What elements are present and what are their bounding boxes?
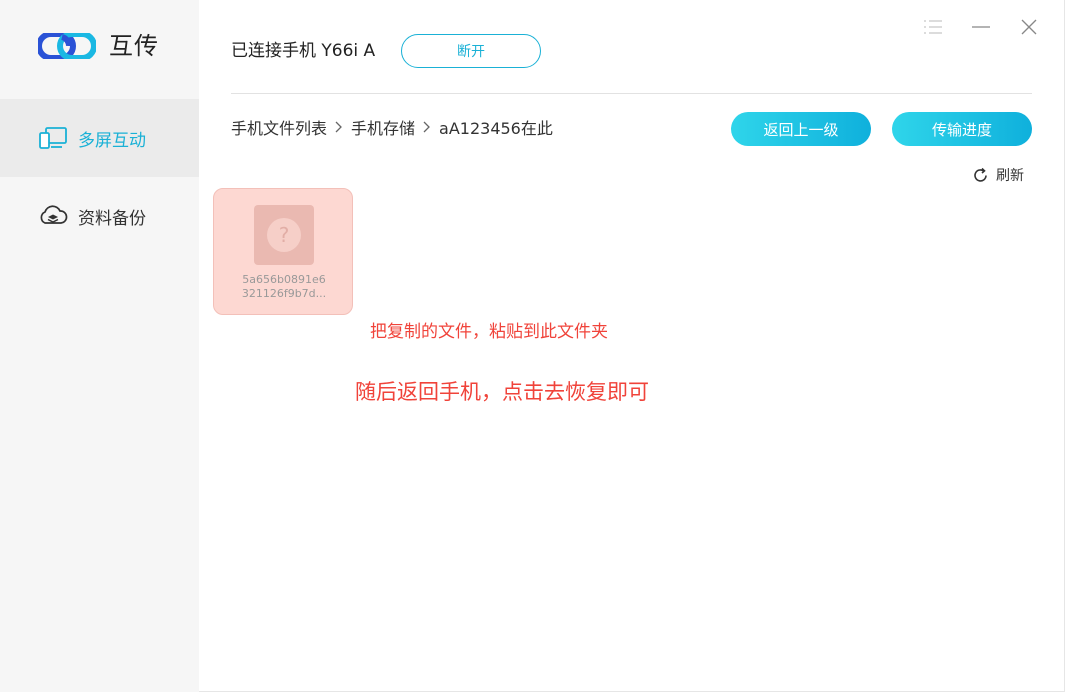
unknown-file-icon: ? <box>254 205 314 265</box>
chevron-right-icon <box>423 116 431 142</box>
disconnect-button[interactable]: 断开 <box>401 34 541 68</box>
refresh-button[interactable]: 刷新 <box>972 165 1024 185</box>
sidebar-item-label: 多屏互动 <box>78 130 146 151</box>
chevron-right-icon <box>335 116 343 142</box>
window-controls <box>920 14 1042 40</box>
instruction-note-2: 随后返回手机，点击去恢复即可 <box>355 380 649 404</box>
file-name-line1: 5a656b0891e6 <box>242 273 326 286</box>
file-item[interactable]: ? 5a656b0891e6 321126f9b7d... <box>213 188 353 315</box>
menu-icon[interactable] <box>920 14 946 40</box>
breadcrumb-item-file-list[interactable]: 手机文件列表 <box>231 116 327 142</box>
svg-text:?: ? <box>279 223 290 247</box>
close-icon[interactable] <box>1016 14 1042 40</box>
cloud-backup-icon <box>38 201 68 231</box>
sidebar-item-label: 资料备份 <box>78 208 146 229</box>
sidebar: 互传 多屏互动 资料备份 <box>0 0 199 692</box>
minimize-icon[interactable] <box>968 14 994 40</box>
breadcrumb: 手机文件列表 手机存储 aA123456在此 <box>231 116 553 142</box>
app-window: 互传 多屏互动 资料备份 已连接手机 Y66i A 断开 手机文件列表 手机存储… <box>0 0 1065 692</box>
multiscreen-icon <box>38 123 68 153</box>
sidebar-item-backup[interactable]: 资料备份 <box>0 177 199 255</box>
header-divider <box>231 93 1032 94</box>
app-logo-icon <box>38 33 96 59</box>
breadcrumb-item-current-folder: aA123456在此 <box>439 119 553 138</box>
breadcrumb-item-storage[interactable]: 手机存储 <box>351 116 415 142</box>
file-name: 5a656b0891e6 321126f9b7d... <box>214 273 354 301</box>
sidebar-item-multiscreen[interactable]: 多屏互动 <box>0 99 199 177</box>
app-logo: 互传 <box>38 30 159 62</box>
app-name: 互传 <box>109 32 159 60</box>
transfer-progress-button[interactable]: 传输进度 <box>892 112 1032 146</box>
refresh-label: 刷新 <box>996 168 1024 184</box>
instruction-note-1: 把复制的文件，粘贴到此文件夹 <box>370 322 608 342</box>
refresh-icon <box>974 167 987 182</box>
connection-status: 已连接手机 Y66i A <box>231 41 376 61</box>
back-up-button[interactable]: 返回上一级 <box>731 112 871 146</box>
file-name-line2: 321126f9b7d... <box>241 287 327 300</box>
